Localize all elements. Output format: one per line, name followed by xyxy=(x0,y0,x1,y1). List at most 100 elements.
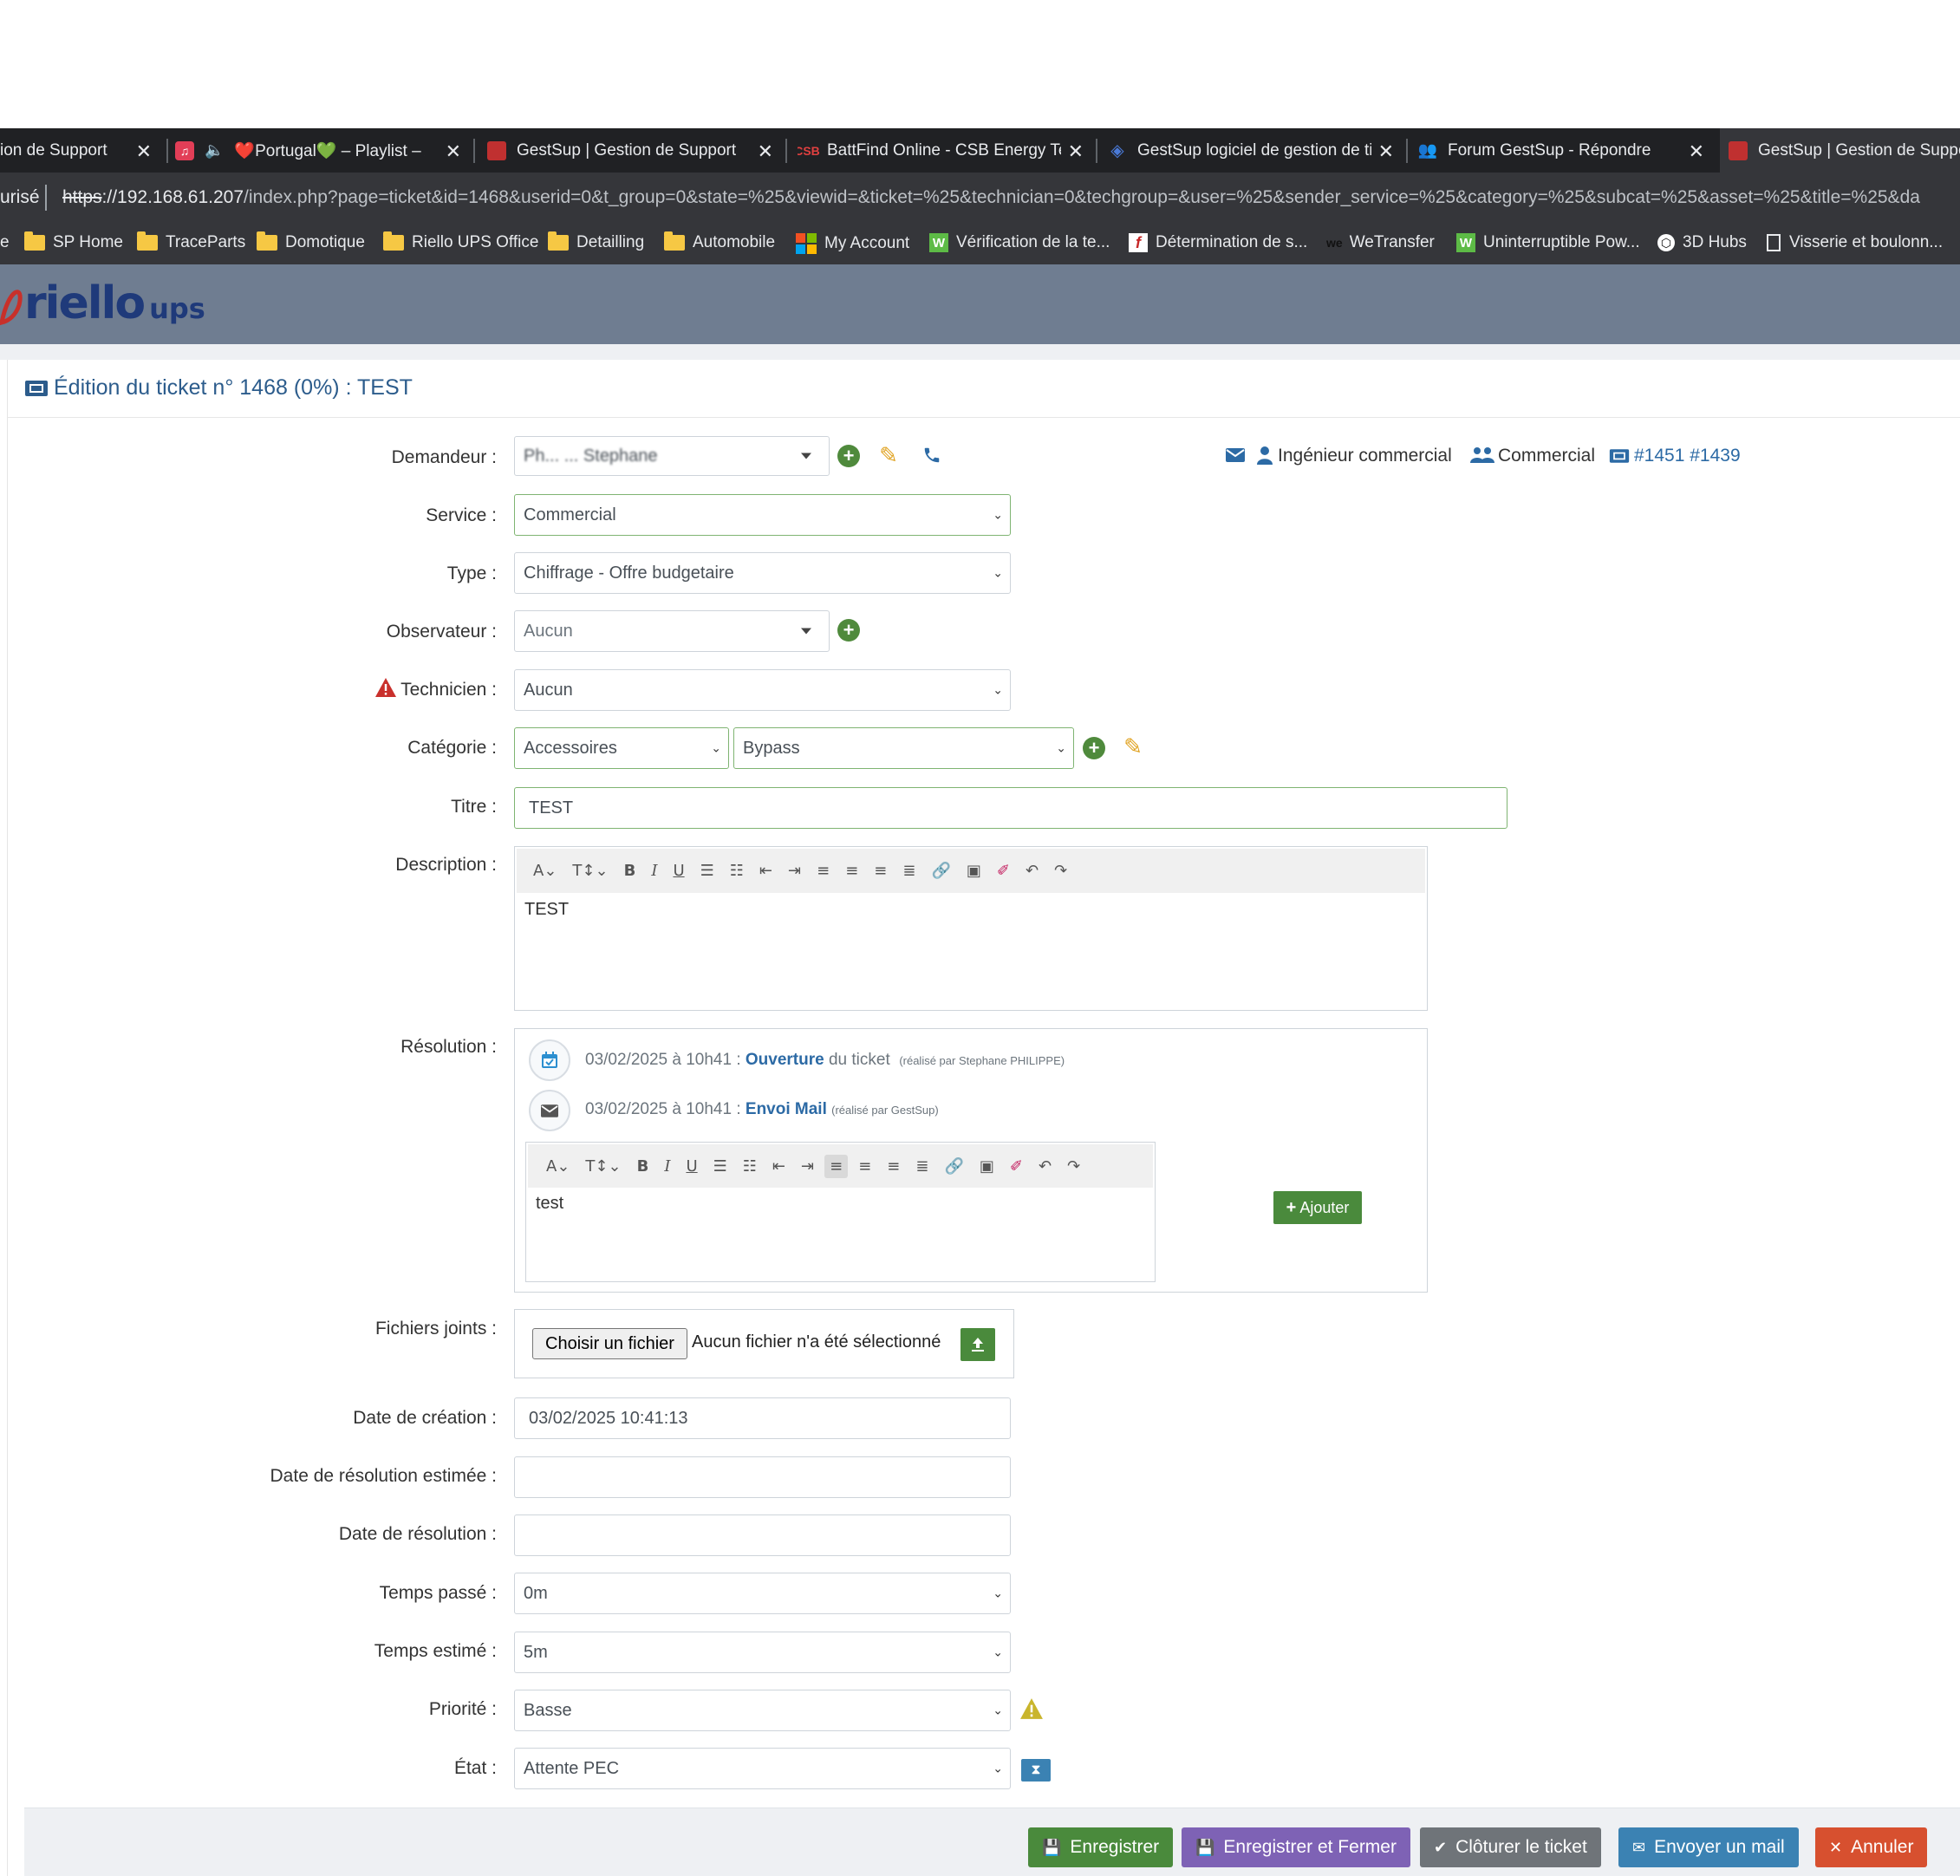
date-res-input[interactable] xyxy=(514,1514,1011,1556)
add-observer-icon[interactable]: + xyxy=(837,619,860,642)
subcategory-select[interactable]: Bypass ⌄ xyxy=(733,727,1074,769)
align-left-icon[interactable]: ≡ xyxy=(817,862,830,880)
align-center-icon[interactable]: ≡ xyxy=(858,1157,871,1176)
bookmark-sp-home[interactable]: SP Home xyxy=(24,231,123,252)
technicien-select[interactable]: Aucun ⌄ xyxy=(514,669,1011,711)
image-icon[interactable]: ▣ xyxy=(967,862,981,880)
undo-icon[interactable]: ↶ xyxy=(1026,862,1039,880)
bookmark-3d-hubs[interactable]: ⬡ 3D Hubs xyxy=(1657,233,1747,252)
browser-tab-2[interactable]: ♫ 🔈 ❤️Portugal💚 – Playlist – Ap ✕ xyxy=(175,128,470,173)
bookmark-verification[interactable]: W Vérification de la te... xyxy=(929,233,1110,252)
bookmark-determination[interactable]: f Détermination de s... xyxy=(1129,233,1307,252)
undo-icon[interactable]: ↶ xyxy=(1039,1157,1052,1176)
browser-tab-1[interactable]: ion de Support ✕ xyxy=(0,128,160,173)
bookmark-my-account[interactable]: My Account xyxy=(796,233,909,254)
font-size-icon[interactable]: T↕⌄ xyxy=(585,1157,621,1176)
bookmark-wetransfer[interactable]: we WeTransfer xyxy=(1326,233,1435,252)
link-icon[interactable]: 🔗 xyxy=(944,1157,963,1176)
temps-estime-select[interactable]: 5m ⌄ xyxy=(514,1632,1011,1673)
underline-icon[interactable]: U xyxy=(686,1157,697,1176)
bookmark-uninterruptible[interactable]: W Uninterruptible Pow... xyxy=(1456,233,1640,252)
bookmark-detailling[interactable]: Detailling xyxy=(548,231,644,252)
demandeur-select[interactable]: Ph... ... Stephane xyxy=(514,436,830,476)
date-res-est-input[interactable] xyxy=(514,1456,1011,1498)
font-icon[interactable]: A⌄ xyxy=(546,1157,570,1176)
font-size-icon[interactable]: T↕⌄ xyxy=(572,862,608,880)
numbered-list-icon[interactable]: ☷ xyxy=(730,862,744,880)
choose-file-button[interactable]: Choisir un fichier xyxy=(532,1328,687,1359)
send-mail-button[interactable]: ✉ Envoyer un mail xyxy=(1618,1827,1799,1867)
underline-icon[interactable]: U xyxy=(673,862,684,880)
add-category-icon[interactable]: + xyxy=(1083,737,1105,759)
align-center-icon[interactable]: ≡ xyxy=(845,862,858,880)
bullet-list-icon[interactable]: ☰ xyxy=(700,862,714,880)
link-icon[interactable]: 🔗 xyxy=(931,862,950,880)
eraser-icon[interactable]: ✐ xyxy=(997,862,1010,880)
mail-icon[interactable] xyxy=(1226,447,1245,463)
date-creation-input[interactable]: 03/02/2025 10:41:13 xyxy=(514,1397,1011,1439)
app-logo[interactable]: riello ups xyxy=(24,277,205,329)
type-select[interactable]: Chiffrage - Offre budgetaire ⌄ xyxy=(514,552,1011,594)
outdent-icon[interactable]: ⇤ xyxy=(759,862,772,880)
address-bar[interactable]: urisé https://192.168.61.207/index.php?p… xyxy=(0,173,1960,225)
browser-tab-4[interactable]: CSB BattFind Online - CSB Energy Tech ✕ xyxy=(798,128,1092,173)
temps-passe-select[interactable]: 0m ⌄ xyxy=(514,1573,1011,1614)
edit-pencil-icon[interactable]: ✎ xyxy=(876,442,902,468)
cancel-button[interactable]: ✕ Annuler xyxy=(1815,1827,1928,1867)
bookmark-visserie[interactable]: Visserie et boulonn... xyxy=(1767,233,1943,252)
align-right-icon[interactable]: ≡ xyxy=(887,1157,900,1176)
browser-tab-5[interactable]: ◈ GestSup logiciel de gestion de tick ✕ xyxy=(1108,128,1403,173)
observateur-select[interactable]: Aucun xyxy=(514,610,830,652)
bookmark-riello-ups-office[interactable]: Riello UPS Office xyxy=(383,231,538,252)
gestsup-logo-icon: ◈ xyxy=(1110,141,1124,160)
align-left-icon[interactable]: ≡ xyxy=(824,1154,849,1178)
image-icon[interactable]: ▣ xyxy=(980,1157,994,1176)
close-icon[interactable]: ✕ xyxy=(1378,140,1394,163)
close-icon[interactable]: ✕ xyxy=(758,140,773,163)
close-icon[interactable]: ✕ xyxy=(446,140,461,163)
save-button[interactable]: 💾 Enregistrer xyxy=(1028,1827,1174,1867)
indent-icon[interactable]: ⇥ xyxy=(801,1157,814,1176)
service-select[interactable]: Commercial ⌄ xyxy=(514,494,1011,536)
bookmark-domotique[interactable]: Domotique xyxy=(257,231,365,252)
browser-tab-6[interactable]: 👥 Forum GestSup - Répondre ✕ xyxy=(1418,128,1713,173)
indent-icon[interactable]: ⇥ xyxy=(788,862,801,880)
close-icon[interactable]: ✕ xyxy=(136,140,152,163)
browser-tab-3[interactable]: GestSup | Gestion de Support ✕ xyxy=(487,128,782,173)
tab-separator xyxy=(785,139,787,163)
justify-icon[interactable]: ≣ xyxy=(902,862,915,880)
speaker-icon[interactable]: 🔈 xyxy=(205,141,224,160)
bold-icon[interactable]: B xyxy=(624,862,636,880)
url-text[interactable]: https://192.168.61.207/index.php?page=ti… xyxy=(62,187,1920,208)
save-and-close-button[interactable]: 💾 Enregistrer et Fermer xyxy=(1182,1827,1410,1867)
related-tickets-link[interactable]: #1451 #1439 xyxy=(1634,446,1741,466)
tab-title: GestSup | Gestion de Suppor xyxy=(1758,140,1960,160)
close-ticket-button[interactable]: ✔ Clôturer le ticket xyxy=(1420,1827,1601,1867)
bookmark-traceparts[interactable]: TraceParts xyxy=(137,231,245,252)
priorite-select[interactable]: Basse ⌄ xyxy=(514,1690,1011,1731)
add-user-icon[interactable]: + xyxy=(837,445,860,467)
bookmark-automobile[interactable]: Automobile xyxy=(664,231,775,252)
close-icon[interactable]: ✕ xyxy=(1068,140,1084,163)
upload-icon[interactable] xyxy=(960,1328,995,1361)
italic-icon[interactable]: I xyxy=(651,862,657,880)
italic-icon[interactable]: I xyxy=(664,1157,670,1176)
phone-icon[interactable] xyxy=(921,444,943,466)
close-icon[interactable]: ✕ xyxy=(1689,140,1704,163)
category-select[interactable]: Accessoires ⌄ xyxy=(514,727,729,769)
eraser-icon[interactable]: ✐ xyxy=(1010,1157,1023,1176)
bold-icon[interactable]: B xyxy=(637,1157,649,1176)
font-icon[interactable]: A⌄ xyxy=(533,862,557,880)
numbered-list-icon[interactable]: ☷ xyxy=(743,1157,757,1176)
bullet-list-icon[interactable]: ☰ xyxy=(713,1157,727,1176)
title-input[interactable]: TEST xyxy=(514,787,1507,829)
justify-icon[interactable]: ≣ xyxy=(915,1157,928,1176)
redo-icon[interactable]: ↷ xyxy=(1054,862,1067,880)
edit-pencil-icon[interactable]: ✎ xyxy=(1120,733,1146,759)
etat-select[interactable]: Attente PEC ⌄ xyxy=(514,1748,1011,1789)
outdent-icon[interactable]: ⇤ xyxy=(772,1157,785,1176)
redo-icon[interactable]: ↷ xyxy=(1067,1157,1080,1176)
browser-tab-7[interactable]: GestSup | Gestion de Suppor xyxy=(1720,128,1960,173)
add-resolution-button[interactable]: + Ajouter xyxy=(1273,1191,1362,1224)
align-right-icon[interactable]: ≡ xyxy=(874,862,887,880)
